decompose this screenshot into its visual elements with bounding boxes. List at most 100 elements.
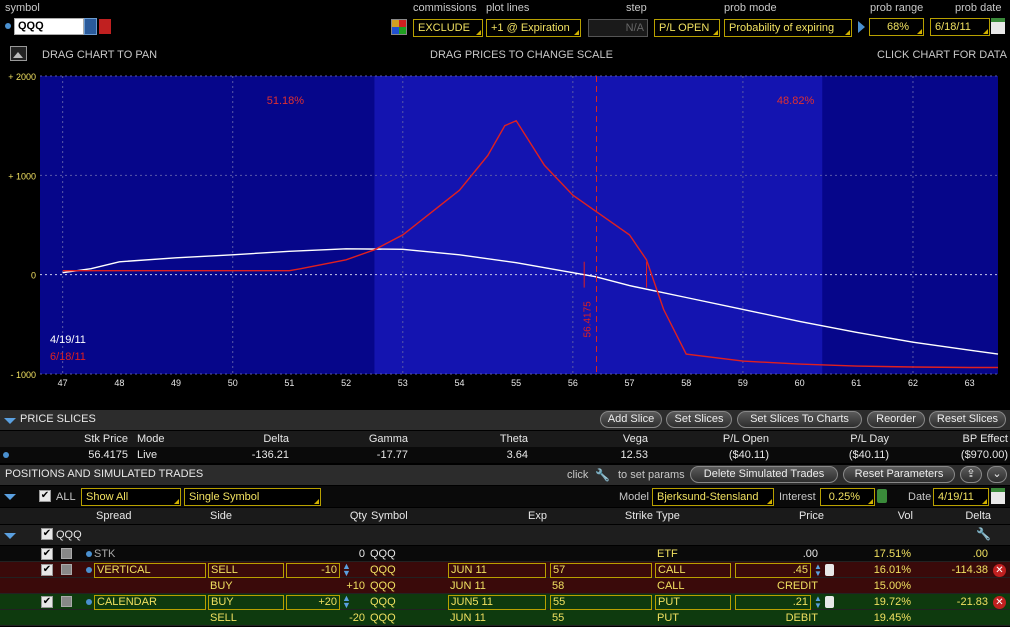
slice-stk-price[interactable]: 56.4175	[88, 449, 128, 461]
group-collapse-triangle-icon[interactable]	[4, 533, 16, 539]
export-icon[interactable]: ⇪	[960, 466, 982, 483]
prob-range-input[interactable]: 68%	[869, 18, 924, 36]
qty-stepper[interactable]: ▲ ▼	[342, 594, 364, 610]
date-input[interactable]: 4/19/11	[933, 488, 989, 506]
x-tick-label: 55	[511, 378, 521, 388]
step-label: step	[626, 2, 647, 14]
x-tick-label: 60	[795, 378, 805, 388]
delete-simulated-trades-button[interactable]: Delete Simulated Trades	[690, 466, 838, 483]
collapse-all-triangle-icon[interactable]	[4, 494, 16, 500]
type-cell[interactable]: CALL	[655, 563, 731, 578]
symbol-input[interactable]: QQQ	[14, 18, 84, 35]
calendar-icon[interactable]	[991, 18, 1005, 34]
symbol-cell: QQQ	[370, 548, 396, 560]
interest-label: Interest	[779, 491, 816, 503]
probability-range-band	[374, 76, 823, 374]
price-stepper[interactable]: ▲ ▼	[814, 595, 824, 610]
position-dot-icon	[86, 567, 92, 573]
spread-cell[interactable]: CALENDAR	[94, 595, 206, 610]
all-label: ALL	[56, 491, 76, 503]
slice-bp-effect: ($970.00)	[960, 449, 1008, 461]
price-cell[interactable]: .45	[735, 563, 811, 578]
position-sim-checkbox[interactable]	[61, 548, 72, 559]
col-pl-open: P/L Open	[722, 433, 769, 445]
position-sim-checkbox[interactable]	[61, 596, 72, 607]
x-tick-label: 53	[398, 378, 408, 388]
exp-cell[interactable]: JUN5 11	[448, 595, 546, 610]
col-vol: Vol	[897, 510, 913, 522]
price-stepper[interactable]: ▲ ▼	[814, 563, 824, 578]
slice-vega: 12.53	[620, 449, 648, 461]
slice-pl-day: ($40.11)	[848, 449, 889, 461]
prob-mode-label: prob mode	[724, 2, 777, 14]
x-tick-label: 59	[738, 378, 748, 388]
symbol-alert-icon[interactable]	[99, 19, 111, 34]
position-sim-checkbox[interactable]	[61, 564, 72, 575]
col-exp: Exp	[528, 510, 547, 522]
type-cell[interactable]: PUT	[655, 595, 731, 610]
lock-icon[interactable]	[877, 489, 887, 503]
price-cell[interactable]: .21	[735, 595, 811, 610]
y-tick-label: - 1000	[10, 370, 36, 380]
date-label: Date	[908, 491, 932, 503]
menu-chevron-down-icon[interactable]: ⌄	[987, 466, 1007, 483]
position-dot-icon	[86, 551, 92, 557]
picture-icon[interactable]	[10, 46, 27, 61]
set-slices-to-charts-button[interactable]: Set Slices To Charts	[737, 411, 862, 428]
price-lock-icon[interactable]	[825, 564, 834, 576]
x-tick-label: 57	[625, 378, 635, 388]
remove-position-icon[interactable]: ✕	[993, 596, 1006, 609]
calendar-icon[interactable]	[991, 488, 1005, 504]
color-grid-icon[interactable]	[391, 19, 407, 35]
symbol-label: symbol	[5, 2, 40, 14]
spread-cell[interactable]: VERTICAL	[94, 563, 206, 578]
remove-position-icon[interactable]: ✕	[993, 564, 1006, 577]
all-checkbox[interactable]: ✔	[39, 490, 51, 502]
strike-cell[interactable]: 57	[550, 563, 652, 578]
collapse-arrow-icon[interactable]	[858, 21, 865, 33]
add-slice-button[interactable]: Add Slice	[600, 411, 662, 428]
position-checkbox[interactable]: ✔	[41, 548, 53, 560]
side-cell[interactable]: SELL	[208, 563, 284, 578]
qty-cell[interactable]: -10	[286, 563, 340, 578]
exp-cell: JUN 11	[450, 612, 486, 624]
step-mode-select[interactable]: P/L OPEN	[654, 19, 720, 37]
show-filter-select[interactable]: Show All	[81, 488, 181, 506]
risk-profile-chart[interactable]: + 2000 + 1000 0 - 1000 47 48 49 50 51 52 53 54 55 56…	[0, 72, 1010, 394]
group-wrench-icon[interactable]: 🔧	[976, 527, 991, 541]
reorder-button[interactable]: Reorder	[867, 411, 925, 428]
click-hint: CLICK CHART FOR DATA	[877, 49, 1007, 61]
vol-cell: 17.51%	[873, 548, 911, 560]
model-select[interactable]: Bjerksund-Stensland	[652, 488, 774, 506]
strike-cell[interactable]: 55	[550, 595, 652, 610]
collapse-triangle-icon[interactable]	[4, 418, 16, 424]
qty-cell[interactable]: +20	[286, 595, 340, 610]
interest-input[interactable]: 0.25%	[820, 488, 875, 506]
price-lock-icon[interactable]	[825, 596, 834, 608]
position-checkbox[interactable]: ✔	[41, 596, 53, 608]
price-slices-title: PRICE SLICES	[20, 413, 96, 425]
commissions-select[interactable]: EXCLUDE	[413, 19, 483, 37]
qty-stepper[interactable]: ▲ ▼	[342, 562, 364, 578]
symbol-dropdown-button[interactable]	[84, 18, 97, 35]
slice-theta: 3.64	[506, 449, 528, 461]
position-checkbox[interactable]: ✔	[41, 564, 53, 576]
scale-hint: DRAG PRICES TO CHANGE SCALE	[430, 49, 613, 61]
wrench-icon: 🔧	[595, 468, 610, 482]
symbol-mode-select[interactable]: Single Symbol	[184, 488, 321, 506]
reset-parameters-button[interactable]: Reset Parameters	[843, 466, 955, 483]
group-checkbox[interactable]: ✔	[41, 528, 53, 540]
prob-date-input[interactable]: 6/18/11	[930, 18, 990, 36]
exp-cell[interactable]: JUN 11	[448, 563, 546, 578]
plot-lines-select[interactable]: +1 @ Expiration	[486, 19, 581, 37]
position-row[interactable]	[0, 546, 1010, 562]
prob-mode-select[interactable]: Probability of expiring	[724, 19, 852, 37]
side-cell[interactable]: BUY	[208, 595, 284, 610]
vol-cell: 19.45%	[873, 612, 911, 624]
x-tick-label: 52	[341, 378, 351, 388]
model-label: Model	[619, 491, 649, 503]
y-tick-label: 0	[31, 271, 36, 281]
reset-slices-button[interactable]: Reset Slices	[929, 411, 1006, 428]
set-slices-button[interactable]: Set Slices	[666, 411, 732, 428]
prob-range-label: prob range	[870, 2, 924, 14]
